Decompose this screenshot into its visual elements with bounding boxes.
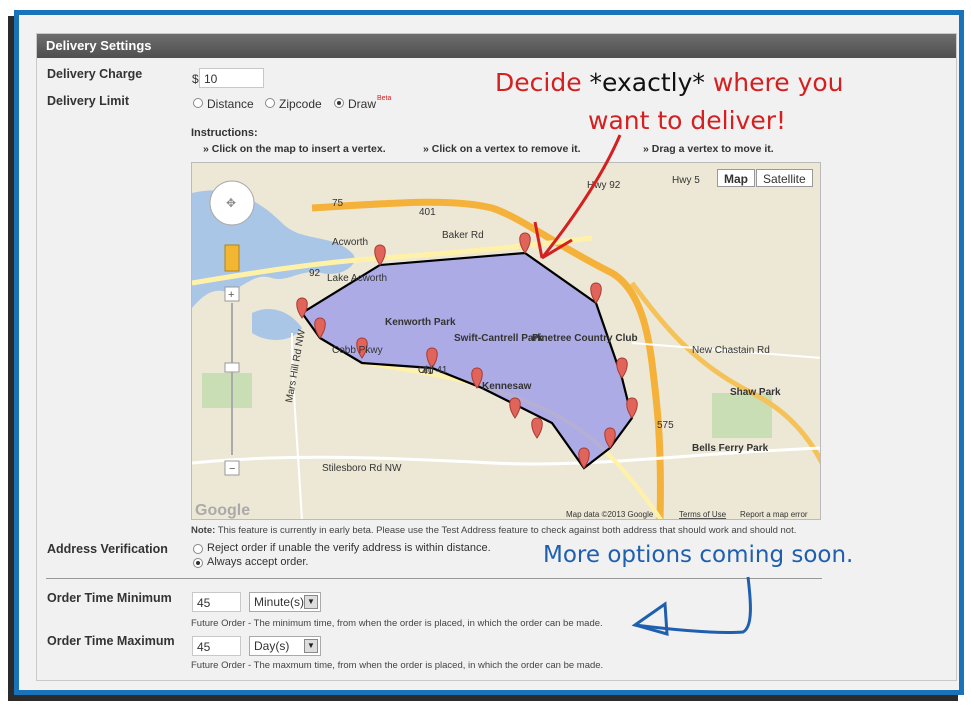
order-min-input[interactable]: 45	[192, 592, 241, 612]
zoom-out-icon: −	[229, 463, 235, 475]
annotation-red-arrow-icon	[533, 134, 622, 260]
radio-draw[interactable]	[334, 98, 344, 108]
park-shape	[202, 373, 252, 408]
beta-note: Note: This feature is currently in early…	[191, 525, 796, 536]
order-max-input[interactable]: 45	[192, 636, 241, 656]
chevron-down-icon: ▼	[304, 595, 318, 609]
address-verification-label: Address Verification	[47, 542, 168, 556]
map-type-satellite-button[interactable]: Satellite	[756, 169, 813, 187]
annotation-red-post: where you	[704, 68, 844, 97]
map-label: Kenworth Park	[385, 317, 456, 328]
currency-symbol: $	[192, 72, 199, 86]
map-label: 75	[332, 198, 344, 209]
order-min-unit-value: Minute(s)	[254, 595, 305, 609]
delivery-zone-polygon[interactable]	[300, 251, 634, 470]
report-error-link[interactable]: Report a map error	[740, 510, 808, 519]
map-type-map-button[interactable]: Map	[717, 169, 755, 187]
chevron-down-icon: ▼	[304, 639, 318, 653]
order-max-help: Future Order - The maxmum time, from whe…	[191, 660, 604, 671]
order-max-label: Order Time Maximum	[47, 634, 175, 648]
map-label: Stilesboro Rd NW	[322, 463, 402, 474]
map-label: New Chastain Rd	[692, 345, 770, 356]
instructions-heading: Instructions:	[191, 127, 258, 139]
map-label: Cobb Pkwy	[332, 345, 383, 356]
instruction-move: » Drag a vertex to move it.	[643, 143, 774, 155]
note-bold: Note:	[191, 525, 216, 536]
pegman-icon[interactable]	[224, 244, 240, 272]
radio-reject-order[interactable]	[193, 544, 203, 554]
vertex-marker[interactable]	[509, 397, 521, 419]
radio-reject-order-label: Reject order if unable the verify addres…	[207, 542, 491, 554]
instruction-insert: » Click on the map to insert a vertex.	[203, 143, 386, 155]
google-logo: Google	[195, 502, 250, 519]
map-label: 92	[309, 268, 321, 279]
annotation-red-line1: Decide *exactly* where you	[495, 68, 844, 97]
map-label: Swift-Cantrell Park	[454, 333, 543, 344]
annotation-blue-arrow-icon	[631, 576, 752, 637]
delivery-map[interactable]: Acworth Lake Acworth Kenworth Park Swift…	[191, 162, 821, 520]
order-max-unit-value: Day(s)	[254, 639, 290, 653]
map-label: 401	[419, 207, 436, 218]
map-label: Hwy 5	[672, 175, 700, 186]
annotation-blue-text: More options coming soon.	[543, 542, 854, 568]
map-label: Pinetree Country Club	[532, 333, 638, 344]
map-canvas[interactable]: Acworth Lake Acworth Kenworth Park Swift…	[192, 163, 821, 520]
vertex-marker[interactable]	[531, 417, 543, 439]
radio-draw-label: Draw	[348, 97, 377, 111]
radio-distance[interactable]	[193, 98, 203, 108]
annotation-red-pre: Decide	[495, 68, 590, 97]
map-label: Acworth	[332, 237, 368, 248]
order-max-unit-select[interactable]: Day(s) ▼	[249, 636, 321, 656]
lake-shape	[252, 308, 302, 340]
beta-badge: Beta	[377, 95, 392, 102]
zoom-slider-handle[interactable]	[224, 362, 240, 373]
zoom-in-icon: +	[228, 289, 234, 301]
map-label: Bells Ferry Park	[692, 443, 769, 454]
radio-zipcode-label: Zipcode	[279, 97, 322, 111]
radio-always-accept[interactable]	[193, 558, 203, 568]
map-label: Lake Acworth	[327, 273, 387, 284]
map-label: Mars Hill Rd NW	[284, 328, 308, 403]
order-min-label: Order Time Minimum	[47, 591, 172, 605]
map-label: 41	[422, 366, 434, 377]
delivery-limit-label: Delivery Limit	[47, 94, 129, 108]
pan-arrows-icon: ✥	[226, 196, 236, 210]
delivery-charge-input[interactable]: 10	[199, 68, 264, 88]
delivery-charge-label: Delivery Charge	[47, 67, 143, 81]
map-attribution: Map data ©2013 Google	[566, 510, 654, 519]
map-label: Kennesaw	[482, 381, 532, 392]
note-text: This feature is currently in early beta.…	[217, 525, 797, 536]
map-label: Baker Rd	[442, 230, 484, 241]
map-label: Shaw Park	[730, 387, 781, 398]
map-label: 575	[657, 420, 674, 431]
vertex-marker[interactable]	[374, 244, 386, 266]
terms-link[interactable]: Terms of Use	[679, 510, 727, 519]
panel-title: Delivery Settings	[37, 34, 956, 58]
order-min-unit-select[interactable]: Minute(s) ▼	[249, 592, 321, 612]
radio-distance-label: Distance	[207, 97, 254, 111]
annotation-emphasis: *exactly*	[589, 68, 705, 97]
radio-zipcode[interactable]	[265, 98, 275, 108]
radio-always-accept-label: Always accept order.	[207, 556, 309, 568]
order-min-help: Future Order - The minimum time, from wh…	[191, 618, 603, 629]
